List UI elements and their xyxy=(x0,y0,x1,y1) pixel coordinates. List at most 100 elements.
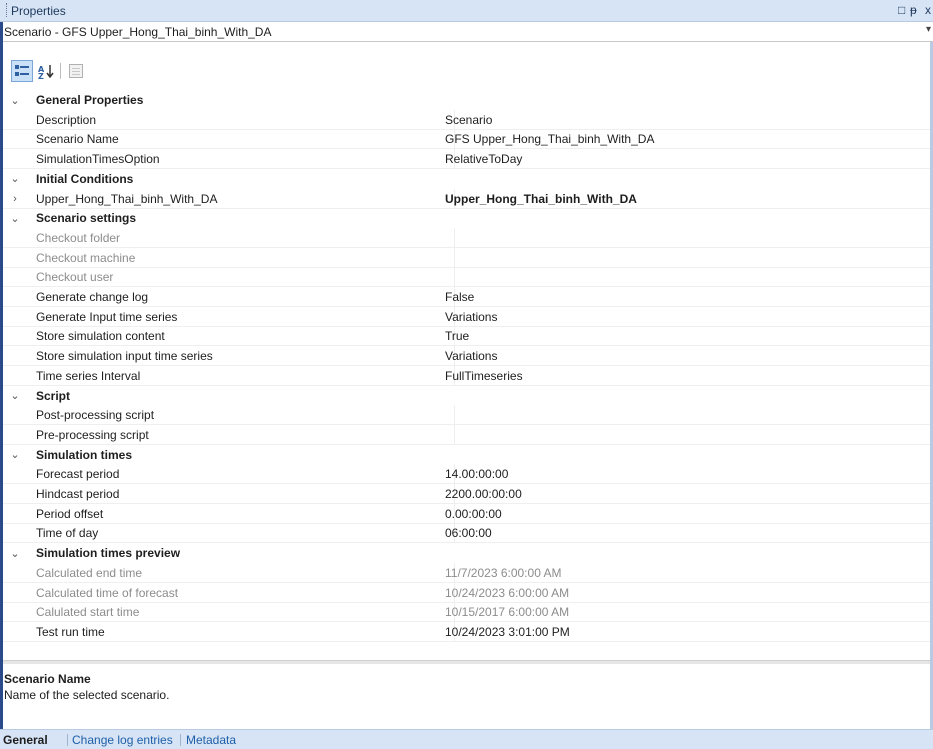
column-divider[interactable] xyxy=(454,227,455,248)
property-row[interactable]: Generate change log False xyxy=(3,287,933,307)
property-value[interactable]: Scenario xyxy=(445,113,492,127)
property-row[interactable]: › Upper_Hong_Thai_binh_With_DA Upper_Hong_… xyxy=(3,188,933,209)
property-row[interactable]: Forecast period 14.00:00:00 xyxy=(3,464,933,485)
property-name: Forecast period xyxy=(36,467,120,482)
drag-grip-icon[interactable] xyxy=(6,3,8,17)
tab-separator xyxy=(180,734,181,746)
property-value[interactable]: 14.00:00:00 xyxy=(445,467,508,481)
alphabetical-view-button[interactable]: A Z xyxy=(35,60,57,82)
chevron-down-icon[interactable]: ⌄ xyxy=(3,445,27,465)
property-name: Scenario Name xyxy=(36,132,119,147)
chevron-down-icon[interactable]: ⌄ xyxy=(3,543,27,563)
property-row[interactable]: Scenario Name GFS Upper_Hong_Thai_binh_Wi… xyxy=(3,129,933,150)
description-panel: Scenario Name Name of the selected scena… xyxy=(3,664,933,728)
property-row[interactable]: Generate Input time series Variations xyxy=(3,306,933,327)
tab-separator xyxy=(67,734,68,746)
property-value[interactable]: GFS Upper_Hong_Thai_binh_With_DA xyxy=(445,132,654,146)
property-name: SimulationTimesOption xyxy=(36,152,160,167)
property-row[interactable]: Description Scenario xyxy=(3,109,933,130)
property-row[interactable]: Time of day 06:00:00 xyxy=(3,523,933,544)
category-row[interactable]: ⌄ Script xyxy=(3,386,933,406)
property-value[interactable]: True xyxy=(445,329,469,343)
description-text: Name of the selected scenario. xyxy=(4,688,170,702)
category-row[interactable]: ⌄ Simulation times preview xyxy=(3,543,933,563)
property-name: Checkout machine xyxy=(36,250,136,265)
category-row[interactable]: ⌄ General Properties xyxy=(3,90,933,110)
property-value[interactable]: Upper_Hong_Thai_binh_With_DA xyxy=(445,192,637,206)
pin-icon[interactable]: ᵽ xyxy=(910,3,917,17)
categorized-view-button[interactable] xyxy=(11,60,33,82)
object-selector-dropdown[interactable]: Scenario - GFS Upper_Hong_Thai_binh_With… xyxy=(3,22,933,42)
tab-general[interactable]: General xyxy=(3,733,48,747)
chevron-down-icon[interactable]: ⌄ xyxy=(3,90,27,110)
property-row[interactable]: Period offset 0.00:00:00 xyxy=(3,503,933,524)
category-label: Simulation times preview xyxy=(36,546,181,561)
property-row[interactable]: Checkout user xyxy=(3,267,933,288)
column-divider[interactable] xyxy=(454,405,455,426)
property-row[interactable]: SimulationTimesOption RelativeToDay xyxy=(3,149,933,170)
property-value: 10/24/2023 6:00:00 AM xyxy=(445,585,570,600)
property-name: Time of day xyxy=(36,526,99,541)
column-divider[interactable] xyxy=(454,267,455,288)
property-value[interactable]: RelativeToDay xyxy=(445,152,522,166)
chevron-down-icon[interactable]: ▾ xyxy=(926,24,931,35)
property-name: Calulated start time xyxy=(36,605,140,620)
property-pages-icon xyxy=(69,64,83,78)
window-title: Properties xyxy=(11,4,66,18)
category-row[interactable]: ⌄ Simulation times xyxy=(3,445,933,465)
property-pages-button[interactable] xyxy=(65,60,87,82)
description-title: Scenario Name xyxy=(4,672,91,686)
property-row[interactable]: Hindcast period 2200.00:00:00 xyxy=(3,484,933,504)
property-grid: ⌄ General Properties Description Scenario Sc… xyxy=(3,90,933,650)
chevron-down-icon[interactable]: ⌄ xyxy=(3,169,27,189)
property-name: Calculated time of forecast xyxy=(36,585,179,600)
properties-window: Properties □ ᵽ x Scenario - GFS Upper_Ho… xyxy=(0,0,933,749)
property-row[interactable]: Checkout folder xyxy=(3,227,933,248)
property-value: 11/7/2023 6:00:00 AM xyxy=(445,565,562,580)
tab-metadata[interactable]: Metadata xyxy=(186,733,236,747)
property-row[interactable]: Post-processing script xyxy=(3,405,933,426)
property-value[interactable]: 10/24/2023 3:01:00 PM xyxy=(445,625,570,639)
chevron-down-icon[interactable]: ⌄ xyxy=(3,386,27,406)
property-row[interactable]: Time series Interval FullTimeseries xyxy=(3,365,933,386)
selected-object-label: Scenario - GFS Upper_Hong_Thai_binh_With… xyxy=(4,25,272,39)
property-name: Time series Interval xyxy=(36,368,141,383)
property-value[interactable]: 0.00:00:00 xyxy=(445,507,502,521)
property-name: Checkout user xyxy=(36,270,114,285)
category-row[interactable]: ⌄ Scenario settings xyxy=(3,208,933,228)
chevron-down-icon[interactable]: ⌄ xyxy=(3,208,27,228)
property-value: 10/15/2017 6:00:00 AM xyxy=(445,605,570,620)
property-row[interactable]: Calculated end time 11/7/2023 6:00:00 AM xyxy=(3,562,933,583)
property-row[interactable]: Calculated time of forecast 10/24/2023 6:… xyxy=(3,582,933,603)
sort-alphabetical-icon: A Z xyxy=(38,65,54,79)
categorized-view-icon xyxy=(15,65,29,76)
property-row[interactable]: Store simulation content True xyxy=(3,326,933,347)
column-divider[interactable] xyxy=(454,247,455,268)
property-name: Checkout folder xyxy=(36,230,121,245)
property-row[interactable]: Store simulation input time series Variat… xyxy=(3,346,933,367)
property-value[interactable]: FullTimeseries xyxy=(445,369,523,383)
category-label: Simulation times xyxy=(36,447,133,462)
property-name: Generate Input time series xyxy=(36,309,178,324)
property-value[interactable]: 2200.00:00:00 xyxy=(445,487,522,501)
float-window-icon[interactable]: □ xyxy=(898,3,905,17)
property-name: Hindcast period xyxy=(36,487,120,501)
chevron-right-icon[interactable]: › xyxy=(3,189,27,209)
property-value[interactable]: Variations xyxy=(445,310,497,324)
property-row[interactable]: Checkout machine xyxy=(3,247,933,268)
column-divider[interactable] xyxy=(454,424,455,445)
property-name: Store simulation input time series xyxy=(36,349,213,364)
tab-change-log-entries[interactable]: Change log entries xyxy=(72,733,173,747)
property-name: Upper_Hong_Thai_binh_With_DA xyxy=(36,191,218,206)
category-row[interactable]: ⌄ Initial Conditions xyxy=(3,169,933,189)
property-value[interactable]: Variations xyxy=(445,349,497,363)
property-row[interactable]: Pre-processing script xyxy=(3,424,933,445)
property-name: Description xyxy=(36,112,97,127)
category-label: Scenario settings xyxy=(36,211,137,226)
property-row[interactable]: Calulated start time 10/15/2017 6:00:00 A… xyxy=(3,602,933,623)
category-label: General Properties xyxy=(36,93,144,107)
property-value[interactable]: False xyxy=(445,290,474,304)
close-icon[interactable]: x xyxy=(925,3,931,17)
property-row[interactable]: Test run time 10/24/2023 3:01:00 PM xyxy=(3,621,933,642)
property-value[interactable]: 06:00:00 xyxy=(445,526,492,540)
